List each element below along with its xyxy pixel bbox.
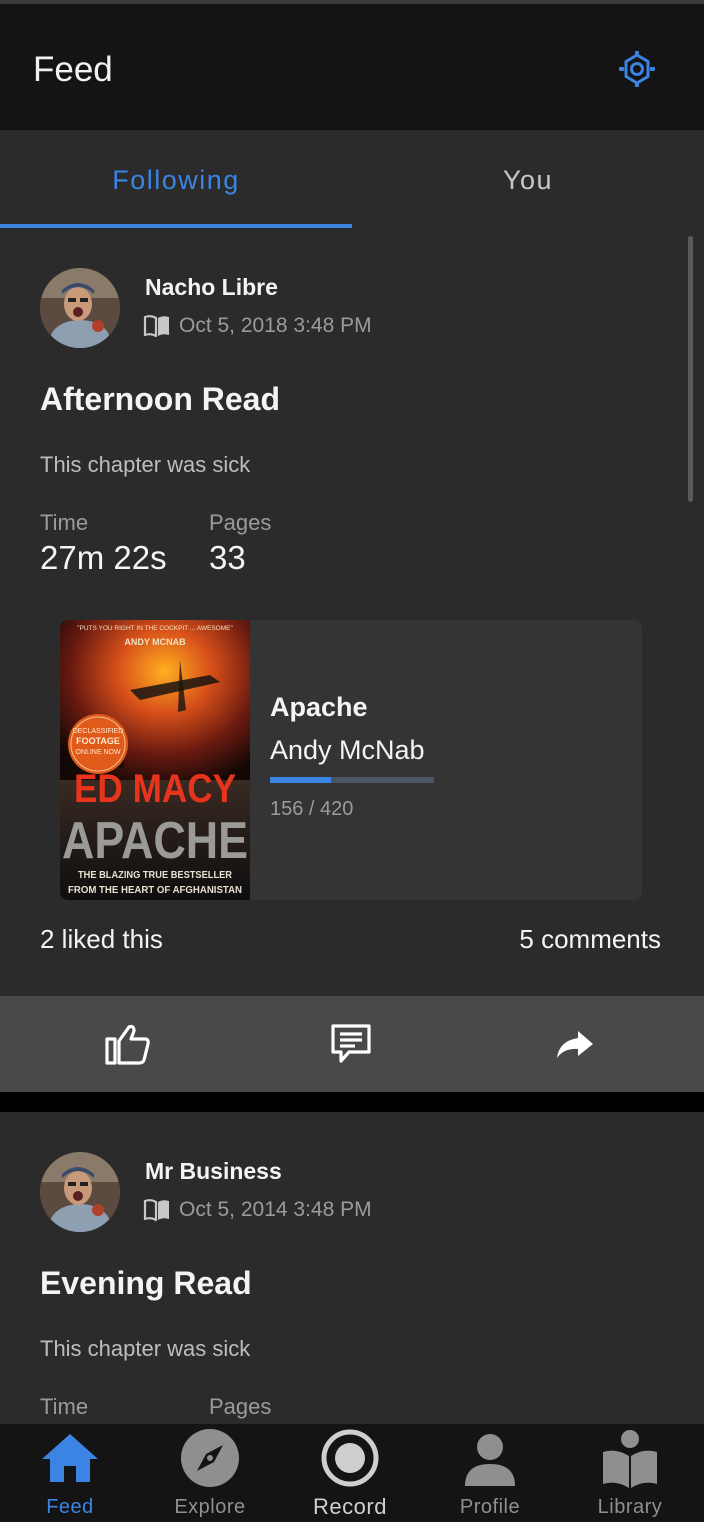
post-date: Oct 5, 2018 3:48 PM xyxy=(179,314,372,337)
settings-gear-icon[interactable] xyxy=(619,51,655,87)
reading-progress-text: 156 / 420 xyxy=(270,798,354,820)
open-book-icon xyxy=(143,1199,169,1222)
tab-following[interactable]: Following xyxy=(0,130,352,228)
nav-item-explore[interactable]: Explore xyxy=(140,1424,280,1522)
thumbs-up-icon[interactable] xyxy=(104,1022,152,1066)
nav-item-library[interactable]: Library xyxy=(560,1424,700,1522)
page-title: Feed xyxy=(33,50,113,89)
avatar-image xyxy=(40,1152,120,1232)
post-description: This chapter was sick xyxy=(40,1336,251,1361)
cover-badge-line2: FOOTAGE xyxy=(76,736,120,746)
person-icon xyxy=(465,1434,515,1486)
post-meta: Oct 5, 2018 3:48 PM xyxy=(143,312,372,340)
book-title: Apache xyxy=(270,692,368,722)
post-meta: Oct 5, 2014 3:48 PM xyxy=(143,1196,372,1224)
nav-item-profile[interactable]: Profile xyxy=(420,1424,560,1522)
post-separator xyxy=(0,1092,704,1112)
post-action-bar xyxy=(0,996,704,1092)
stat-label-time: Time xyxy=(40,1394,89,1419)
likes-count[interactable]: 2 liked this xyxy=(40,924,163,955)
cover-author: ED MACY xyxy=(74,767,236,811)
stat-value-time: 27m 22s xyxy=(40,539,167,576)
feed-post: Mr Business Oct 5, 2014 3:48 PM Evening … xyxy=(0,1112,704,1424)
open-book-icon xyxy=(143,315,169,338)
compass-icon xyxy=(181,1429,239,1487)
reading-progress-bar xyxy=(270,777,434,783)
cover-tagline2: FROM THE HEART OF AFGHANISTAN xyxy=(68,885,242,896)
cover-quote-author: ANDY MCNAB xyxy=(124,637,186,647)
record-icon xyxy=(321,1429,379,1487)
nav-label: Profile xyxy=(459,1496,521,1518)
app-header: Feed xyxy=(0,4,704,130)
nav-label: Feed xyxy=(46,1496,94,1518)
cover-title: APACHE xyxy=(62,812,248,870)
post-date: Oct 5, 2014 3:48 PM xyxy=(179,1198,372,1221)
comments-count[interactable]: 5 comments xyxy=(519,924,661,955)
avatar-image xyxy=(40,268,120,348)
stat-label-pages: Pages xyxy=(209,510,272,535)
stat-label-pages: Pages xyxy=(209,1394,272,1419)
stat-label-time: Time xyxy=(40,510,89,535)
book-card[interactable]: DECLASSIFIED FOOTAGE ONLINE NOW "PUTS YO… xyxy=(60,620,642,900)
nav-item-feed[interactable]: Feed xyxy=(0,1424,140,1522)
stat-value-pages: 33 xyxy=(209,539,246,576)
nav-label: Explore xyxy=(174,1496,246,1518)
feed-post: Nacho Libre Oct 5, 2018 3:48 PM Afternoo… xyxy=(0,228,704,996)
tab-you[interactable]: You xyxy=(352,130,704,228)
home-icon xyxy=(42,1434,98,1482)
cover-quote: "PUTS YOU RIGHT IN THE COCKPIT ... AWESO… xyxy=(77,625,233,632)
cover-badge-line1: DECLASSIFIED xyxy=(73,728,124,735)
nav-item-record[interactable]: Record xyxy=(280,1424,420,1522)
avatar[interactable] xyxy=(40,268,120,348)
book-author: Andy McNab xyxy=(270,735,425,765)
post-author[interactable]: Mr Business xyxy=(145,1158,282,1185)
cover-badge-line3: ONLINE NOW xyxy=(75,749,121,756)
nav-label: Library xyxy=(597,1496,663,1518)
cover-tagline1: THE BLAZING TRUE BESTSELLER xyxy=(78,870,233,881)
post-description: This chapter was sick xyxy=(40,452,251,477)
comment-icon[interactable] xyxy=(327,1022,375,1066)
post-author[interactable]: Nacho Libre xyxy=(145,274,278,301)
book-cover: DECLASSIFIED FOOTAGE ONLINE NOW "PUTS YO… xyxy=(60,620,250,900)
nav-label: Record xyxy=(313,1494,387,1519)
share-icon[interactable] xyxy=(551,1022,599,1066)
bottom-nav: Feed Explore Record Profile Library xyxy=(0,1424,704,1522)
reading-progress-fill xyxy=(270,777,331,783)
library-icon xyxy=(603,1430,657,1488)
avatar[interactable] xyxy=(40,1152,120,1232)
feed-tabs: Following You xyxy=(0,130,704,228)
post-title[interactable]: Evening Read xyxy=(40,1265,252,1302)
post-title[interactable]: Afternoon Read xyxy=(40,381,280,418)
